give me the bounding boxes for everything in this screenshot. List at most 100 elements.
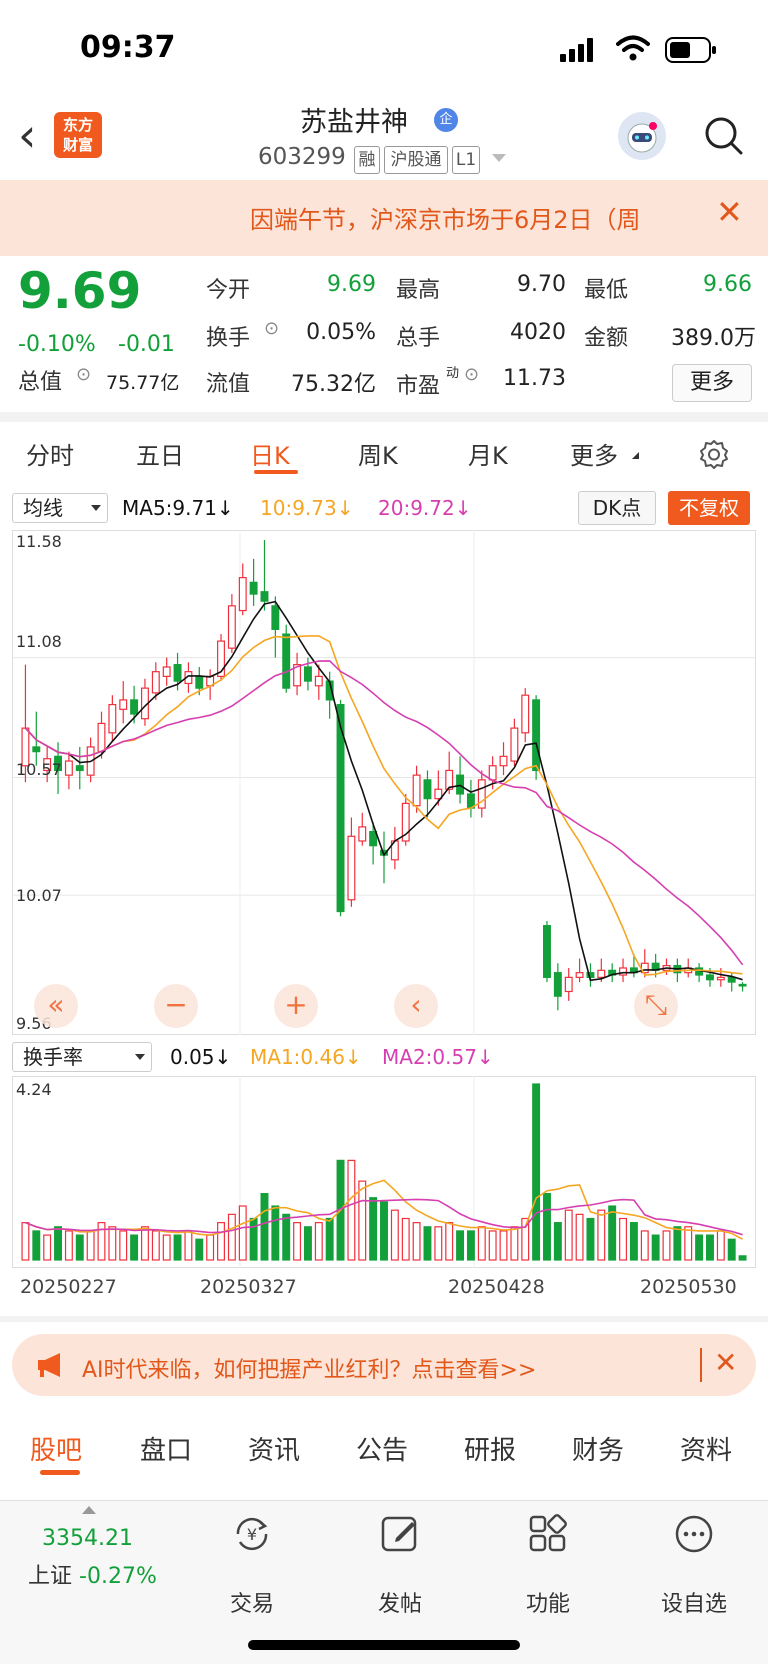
close-icon[interactable]: ✕: [714, 1346, 737, 1379]
y-tick-label: 10.07: [16, 886, 62, 905]
tab-finance[interactable]: 财务: [572, 1430, 624, 1467]
more-button[interactable]: 更多: [672, 364, 752, 402]
info-icon[interactable]: ⊙: [76, 364, 91, 385]
sub-indicator-select[interactable]: 换手率: [12, 1042, 152, 1072]
nav-post[interactable]: 发帖: [360, 1586, 440, 1618]
gear-icon[interactable]: [698, 438, 730, 470]
turnover-bar: [249, 1217, 258, 1261]
pe-value: 11.73: [503, 366, 566, 391]
index-value[interactable]: 3354.21: [42, 1526, 133, 1551]
turnover-bar: [369, 1197, 378, 1261]
dk-point-button[interactable]: DK点: [578, 491, 656, 525]
notice-text[interactable]: 因端午节，沪深京市场于6月2日（周: [250, 200, 690, 235]
candle-body: [706, 974, 714, 981]
candle-body: [510, 727, 519, 762]
tab-pankou[interactable]: 盘口: [140, 1430, 192, 1467]
candle-body: [532, 699, 541, 772]
candle-body: [282, 633, 291, 689]
tab-research[interactable]: 研报: [464, 1430, 516, 1467]
candle-body: [260, 591, 269, 602]
index-label[interactable]: 上证 -0.27%: [28, 1558, 157, 1590]
post-edit-icon[interactable]: [378, 1512, 422, 1556]
status-time: 09:37: [80, 30, 176, 65]
candle-body: [575, 972, 584, 978]
ad-text[interactable]: AI时代来临，如何把握产业红利？点击查看>>: [82, 1352, 536, 1384]
high-label: 最高: [396, 278, 441, 303]
tab-daily-k[interactable]: 日K: [250, 436, 290, 471]
tab-monthly-k[interactable]: 月K: [468, 436, 508, 471]
turnover-bar: [608, 1205, 617, 1261]
assistant-robot-icon[interactable]: [618, 112, 666, 160]
volume-value: 4020: [510, 320, 566, 345]
turnover-bar: [119, 1230, 128, 1261]
nav-trade[interactable]: 交易: [212, 1586, 292, 1618]
tab-weekly-k[interactable]: 周K: [358, 436, 398, 471]
turnover-bar: [727, 1238, 736, 1261]
turnover-bar: [130, 1234, 139, 1261]
indicator-select[interactable]: 均线: [12, 493, 108, 523]
turnover-bar: [619, 1217, 628, 1261]
step-left-button[interactable]: ‹: [394, 984, 438, 1028]
nav-function[interactable]: 功能: [508, 1586, 588, 1618]
app-logo[interactable]: 东方 财富: [54, 112, 102, 158]
high-value: 9.70: [517, 272, 566, 297]
turnover-bar: [553, 1222, 562, 1261]
turnover-label: 换手: [206, 326, 251, 351]
candle-body: [553, 972, 562, 997]
turnover-chart[interactable]: [12, 1076, 756, 1268]
turnover-bar: [651, 1234, 660, 1261]
search-icon[interactable]: [704, 116, 744, 156]
turnover-bar: [488, 1230, 497, 1261]
chevron-down-icon[interactable]: [492, 154, 506, 162]
trade-icon[interactable]: ¥: [230, 1512, 274, 1556]
tab-more[interactable]: 更多: [570, 436, 618, 471]
turnover-bar: [423, 1226, 432, 1261]
turnover-bar: [347, 1159, 356, 1261]
turnover-bar: [282, 1213, 291, 1261]
logo-line1: 东方: [62, 116, 93, 134]
ma5-value: MA5:9.71↓: [122, 496, 234, 520]
info-icon[interactable]: ⊙: [464, 364, 479, 385]
turnover-bar: [151, 1230, 160, 1261]
megaphone-icon: [38, 1353, 60, 1377]
home-indicator: [248, 1640, 520, 1650]
turnover-bar: [412, 1222, 421, 1261]
back-button[interactable]: ‹: [18, 112, 36, 158]
candle-body: [488, 765, 497, 781]
candle-body: [97, 722, 106, 753]
tab-guba[interactable]: 股吧: [30, 1430, 82, 1467]
turnover-bar: [217, 1222, 225, 1261]
close-icon[interactable]: ✕: [716, 196, 743, 228]
tag-level: L1: [452, 146, 480, 174]
divider: [0, 1316, 768, 1322]
turnover-bar: [206, 1234, 215, 1261]
candle-body: [303, 666, 312, 682]
candle-body: [130, 699, 139, 715]
more-dots-icon[interactable]: [672, 1512, 716, 1556]
chevron-up-icon[interactable]: [82, 1506, 96, 1514]
tab-announcements[interactable]: 公告: [356, 1430, 408, 1467]
info-icon[interactable]: ⊙: [264, 318, 279, 339]
nav-watchlist[interactable]: 设自选: [654, 1586, 734, 1618]
zoom-in-button[interactable]: +: [274, 984, 318, 1028]
candle-body: [249, 581, 258, 595]
fullscreen-button[interactable]: ⤡: [634, 984, 678, 1028]
no-adjust-button[interactable]: 不复权: [668, 491, 750, 525]
turnover-bar: [640, 1230, 649, 1261]
scroll-left-button[interactable]: «: [34, 984, 78, 1028]
tab-news[interactable]: 资讯: [248, 1430, 300, 1467]
tab-intraday[interactable]: 分时: [26, 436, 74, 471]
turnover-bar: [662, 1230, 671, 1261]
grid-function-icon[interactable]: [526, 1512, 570, 1556]
change-amount: -0.01: [118, 332, 175, 357]
tab-five-day[interactable]: 五日: [136, 436, 184, 471]
tab-profile[interactable]: 资料: [680, 1430, 732, 1467]
candle-body: [564, 976, 573, 993]
zoom-out-button[interactable]: −: [154, 984, 198, 1028]
low-value: 9.66: [703, 272, 752, 297]
turnover-bar: [32, 1230, 41, 1261]
turnover-bar: [64, 1230, 73, 1261]
svg-text:¥: ¥: [247, 1525, 257, 1544]
kline-chart[interactable]: [12, 530, 756, 1035]
candle-body: [499, 755, 508, 767]
